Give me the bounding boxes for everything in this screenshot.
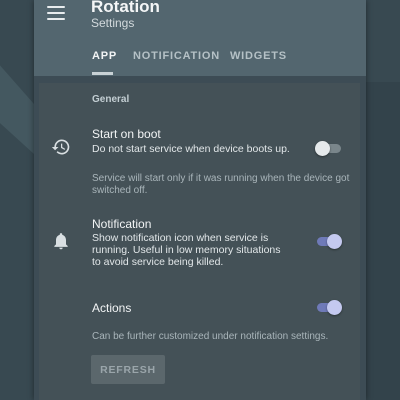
background-right-strip [366,82,400,400]
background-left-panel [0,0,34,400]
section-header-general: General [92,94,130,105]
bell-icon [51,231,71,251]
active-tab-indicator [92,72,113,75]
tab-notification[interactable]: NOTIFICATION [133,50,220,62]
start-on-boot-note: Service will start only if it was runnin… [92,173,350,196]
background-right-panel [366,0,400,400]
notification-switch[interactable] [315,233,343,249]
app-title: Rotation [91,0,160,16]
settings-card: Rotation Settings APP NOTIFICATION WIDGE… [34,0,366,400]
app-bar: Rotation Settings APP NOTIFICATION WIDGE… [34,0,366,76]
start-on-boot-switch[interactable] [315,140,343,156]
background-wedge-shape [0,54,34,154]
actions-note: Can be further customized under notifica… [92,331,329,342]
notification-title: Notification [92,217,152,231]
actions-switch[interactable] [315,299,343,315]
start-on-boot-title: Start on boot [92,127,161,141]
app-subtitle: Settings [91,16,135,30]
hamburger-menu-icon[interactable] [47,6,65,20]
start-on-boot-summary: Do not start service when device boots u… [92,143,290,155]
actions-title: Actions [92,301,132,315]
refresh-button[interactable]: REFRESH [91,355,165,384]
tab-app[interactable]: APP [92,50,117,62]
notification-summary: Show notification icon when service is r… [92,232,281,268]
restore-icon [51,137,71,157]
tab-widgets[interactable]: WIDGETS [230,50,287,62]
settings-panel: General Start on boot Do not start servi… [39,83,360,400]
